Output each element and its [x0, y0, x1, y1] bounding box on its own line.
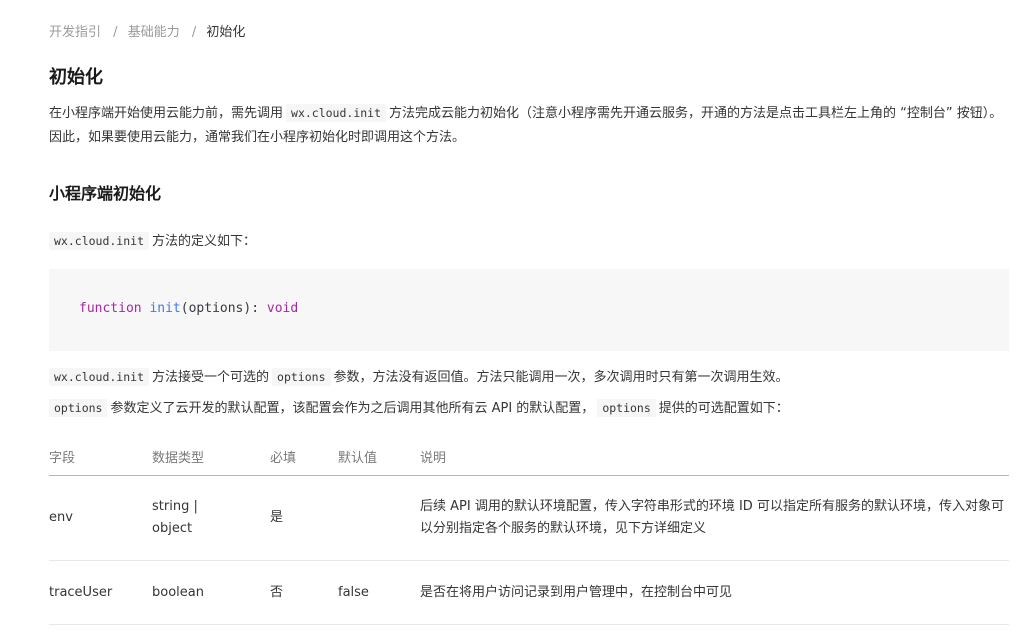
- definition-text: 方法的定义如下：: [152, 234, 257, 249]
- inline-code-options: options: [597, 399, 656, 417]
- code-return-type: void: [266, 301, 299, 316]
- table-row: env string | object 是 后续 API 调用的默认环境配置，传…: [49, 475, 1009, 561]
- code-params: (options): [180, 301, 252, 316]
- section-title: 小程序端初始化: [49, 184, 162, 203]
- breadcrumb-separator: /: [113, 25, 118, 40]
- paragraph-text: 参数，方法没有返回值。方法只能调用一次，多次调用时只有第一次调用生效。: [333, 370, 789, 385]
- breadcrumb-separator: /: [191, 25, 197, 40]
- table-cell-default: false: [338, 560, 420, 625]
- code-colon: :: [251, 301, 260, 316]
- intro-paragraph: 在小程序端开始使用云能力前，需先调用 wx.cloud.init 方法完成云能力初始…: [49, 101, 1011, 150]
- breadcrumb-item-dev-guide[interactable]: 开发指引: [49, 25, 101, 40]
- breadcrumb-item-basic-capability[interactable]: 基础能力: [128, 25, 180, 40]
- table-row: traceUser boolean 否 false 是否在将用户访问记录到用户管…: [49, 560, 1009, 625]
- inline-code-options: options: [272, 368, 331, 386]
- table-cell-type: string | object: [152, 475, 270, 561]
- table-header-required: 必填: [270, 437, 338, 476]
- table-cell-description: 是否在将用户访问记录到用户管理中，在控制台中可见: [420, 560, 1009, 625]
- table-cell-field: env: [49, 475, 152, 561]
- options-description-paragraph: wx.cloud.init 方法接受一个可选的 options 参数，方法没有返回值。…: [49, 365, 789, 390]
- code-keyword: function: [79, 301, 142, 316]
- table-cell-field: traceUser: [49, 560, 152, 625]
- inline-code-wx-cloud-init: wx.cloud.init: [286, 104, 387, 122]
- inline-code-options: options: [49, 399, 108, 417]
- table-header-field: 字段: [49, 437, 152, 476]
- table-header-description: 说明: [420, 437, 1009, 476]
- table-cell-default: [338, 475, 420, 561]
- table-cell-required: 否: [270, 560, 338, 625]
- table-cell-type-text: string | object: [152, 499, 198, 536]
- inline-code-wx-cloud-init: wx.cloud.init: [49, 368, 150, 386]
- table-header-row: 字段 数据类型 必填 默认值 说明: [49, 437, 1009, 476]
- inline-code-wx-cloud-init: wx.cloud.init: [49, 232, 150, 250]
- intro-text-before: 在小程序端开始使用云能力前，需先调用: [49, 106, 284, 121]
- code-function-name: init: [149, 301, 181, 316]
- breadcrumb-current: 初始化: [206, 25, 246, 40]
- definition-line: wx.cloud.init 方法的定义如下：: [49, 229, 256, 254]
- options-table: 字段 数据类型 必填 默认值 说明 env string | object 是 …: [49, 437, 1009, 625]
- paragraph-text: 方法接受一个可选的: [152, 370, 270, 385]
- page-title: 初始化: [49, 67, 103, 88]
- options-config-paragraph: options 参数定义了云开发的默认配置，该配置会作为之后调用其他所有云 API…: [49, 396, 789, 421]
- table-cell-type: boolean: [152, 560, 270, 625]
- code-block: function init(options): void: [49, 269, 1009, 351]
- doc-page: 开发指引 / 基础能力 / 初始化 初始化 在小程序端开始使用云能力前，需先调用…: [0, 0, 1036, 643]
- paragraph-text: 参数定义了云开发的默认配置，该配置会作为之后调用其他所有云 API 的默认配置，: [110, 401, 595, 416]
- paragraph-text: 提供的可选配置如下：: [658, 401, 789, 416]
- table-cell-required: 是: [270, 475, 338, 561]
- table-header-type: 数据类型: [152, 437, 270, 476]
- table-cell-description: 后续 API 调用的默认环境配置，传入字符串形式的环境 ID 可以指定所有服务的…: [420, 475, 1009, 561]
- table-header-default: 默认值: [338, 437, 420, 476]
- breadcrumb: 开发指引 / 基础能力 / 初始化: [49, 24, 245, 42]
